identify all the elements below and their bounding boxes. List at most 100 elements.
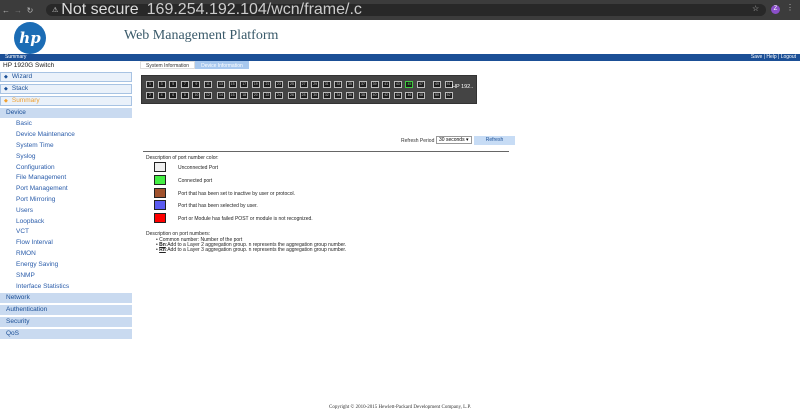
port-5[interactable]: 5 [169,81,178,88]
tab-device-information[interactable]: Device Information [195,61,249,69]
port-49[interactable]: 49 [433,81,441,88]
sidebar-category-authentication[interactable]: Authentication [0,305,132,315]
port-43[interactable]: 43 [393,81,402,88]
port-3[interactable]: 3 [157,81,166,88]
port-6[interactable]: 6 [169,92,178,99]
port-32[interactable]: 32 [322,92,331,99]
port-52[interactable]: 52 [444,92,453,99]
port-1[interactable]: 1 [146,81,154,88]
port-25[interactable]: 25 [288,81,296,88]
port-39[interactable]: 39 [370,81,379,88]
divider [143,151,509,152]
sidebar-item-energy-saving[interactable]: Energy Saving [16,260,58,270]
bookmark-star-icon[interactable]: ☆ [752,4,759,13]
port-31[interactable]: 31 [322,81,331,88]
port-17[interactable]: 17 [240,81,249,88]
port-4[interactable]: 4 [157,92,166,99]
forward-icon[interactable]: → [12,6,24,15]
port-24[interactable]: 24 [275,92,283,99]
sidebar-item-rmon[interactable]: RMON [16,249,36,259]
sidebar-item-flow-interval[interactable]: Flow Interval [16,238,53,248]
sidebar-item-syslog[interactable]: Syslog [16,152,36,162]
refresh-button[interactable]: Refresh [474,136,515,145]
port-18[interactable]: 18 [240,92,249,99]
legend-text: Port that has been set to inactive by us… [178,190,296,197]
port-35[interactable]: 35 [346,81,354,88]
port-11[interactable]: 11 [204,81,212,88]
port-14[interactable]: 14 [217,92,225,99]
port-29[interactable]: 29 [311,81,320,88]
sidebar-item-loopback[interactable]: Loopback [16,217,44,227]
legend-swatch [154,174,166,185]
port-33[interactable]: 33 [334,81,343,88]
port-22[interactable]: 22 [263,92,272,99]
port-45[interactable]: 45 [405,81,414,88]
sidebar-item-port-management[interactable]: Port Management [16,184,68,194]
save-help-logout-links[interactable]: Save | Help | Logout [751,54,796,61]
sidebar-item-wizard[interactable]: ◆ Wizard [0,72,132,82]
port-48[interactable]: 48 [417,92,425,99]
tab-system-information[interactable]: System Information [140,61,196,69]
sidebar-item-stack[interactable]: ◆ Stack [0,84,132,94]
profile-avatar[interactable]: Z [771,5,780,14]
port-7[interactable]: 7 [180,81,189,88]
legend-swatch [154,187,166,198]
port-28[interactable]: 28 [299,92,308,99]
refresh-period-select[interactable]: 30 seconds ▾ [436,136,472,144]
sidebar-item-summary[interactable]: ◆ Summary [0,96,132,106]
color-legend-title: Description of port number color: [146,155,219,161]
browser-menu-icon[interactable]: ⋮ [786,3,794,12]
port-21[interactable]: 21 [263,81,272,88]
warning-icon[interactable]: ⚠ [52,6,58,14]
legend-text: Port or Module has failed POST or module… [178,216,313,223]
port-16[interactable]: 16 [228,92,237,99]
legend-text: Port that has been selected by user. [178,203,258,210]
sidebar-category-network[interactable]: Network [0,293,132,303]
sidebar-item-file-management[interactable]: File Management [16,173,66,183]
port-13[interactable]: 13 [217,81,225,88]
address-bar-content: ⚠ Not secure 169.254.192.104/wcn/frame/.… [52,1,362,19]
port-37[interactable]: 37 [359,81,367,88]
sidebar-item-configuration[interactable]: Configuration [16,163,55,173]
port-47[interactable]: 47 [417,81,425,88]
url-text[interactable]: 169.254.192.104/wcn/frame/.c [147,1,362,19]
sidebar-category-security[interactable]: Security [0,317,132,327]
legend-swatch [154,162,166,172]
port-42[interactable]: 42 [382,92,391,99]
sidebar-category-device[interactable]: Device [0,108,132,118]
sidebar-category-qos[interactable]: QoS [0,329,132,339]
sidebar-item-snmp[interactable]: SNMP [16,271,35,281]
port-27[interactable]: 27 [299,81,308,88]
port-23[interactable]: 23 [275,81,283,88]
port-41[interactable]: 41 [382,81,391,88]
port-19[interactable]: 19 [251,81,260,88]
sidebar-item-interface-statistics[interactable]: Interface Statistics [16,282,69,292]
sidebar-item-port-mirroring[interactable]: Port Mirroring [16,195,55,205]
port-34[interactable]: 34 [334,92,343,99]
port-30[interactable]: 30 [311,92,320,99]
port-50[interactable]: 50 [433,92,441,99]
port-2[interactable]: 2 [146,92,154,99]
sidebar-item-device-maintenance[interactable]: Device Maintenance [16,130,75,140]
port-12[interactable]: 12 [204,92,212,99]
port-46[interactable]: 46 [405,92,414,99]
sidebar-item-label: Wizard [11,73,33,80]
switch-model-label: HP 192.. [452,84,474,90]
legend-swatch [154,213,166,224]
port-40[interactable]: 40 [370,92,379,99]
port-38[interactable]: 38 [359,92,367,99]
port-44[interactable]: 44 [393,92,402,99]
reload-icon[interactable]: ↻ [24,6,36,15]
port-9[interactable]: 9 [192,81,201,88]
sidebar-item-vct[interactable]: VCT [16,227,29,237]
port-26[interactable]: 26 [288,92,296,99]
sidebar-item-basic[interactable]: Basic [16,119,32,129]
sidebar-item-users[interactable]: Users [16,206,33,216]
back-icon[interactable]: ← [0,6,12,15]
port-10[interactable]: 10 [192,92,201,99]
port-15[interactable]: 15 [228,81,237,88]
sidebar-item-system-time[interactable]: System Time [16,141,54,151]
port-20[interactable]: 20 [251,92,260,99]
port-36[interactable]: 36 [346,92,354,99]
port-8[interactable]: 8 [180,92,189,99]
